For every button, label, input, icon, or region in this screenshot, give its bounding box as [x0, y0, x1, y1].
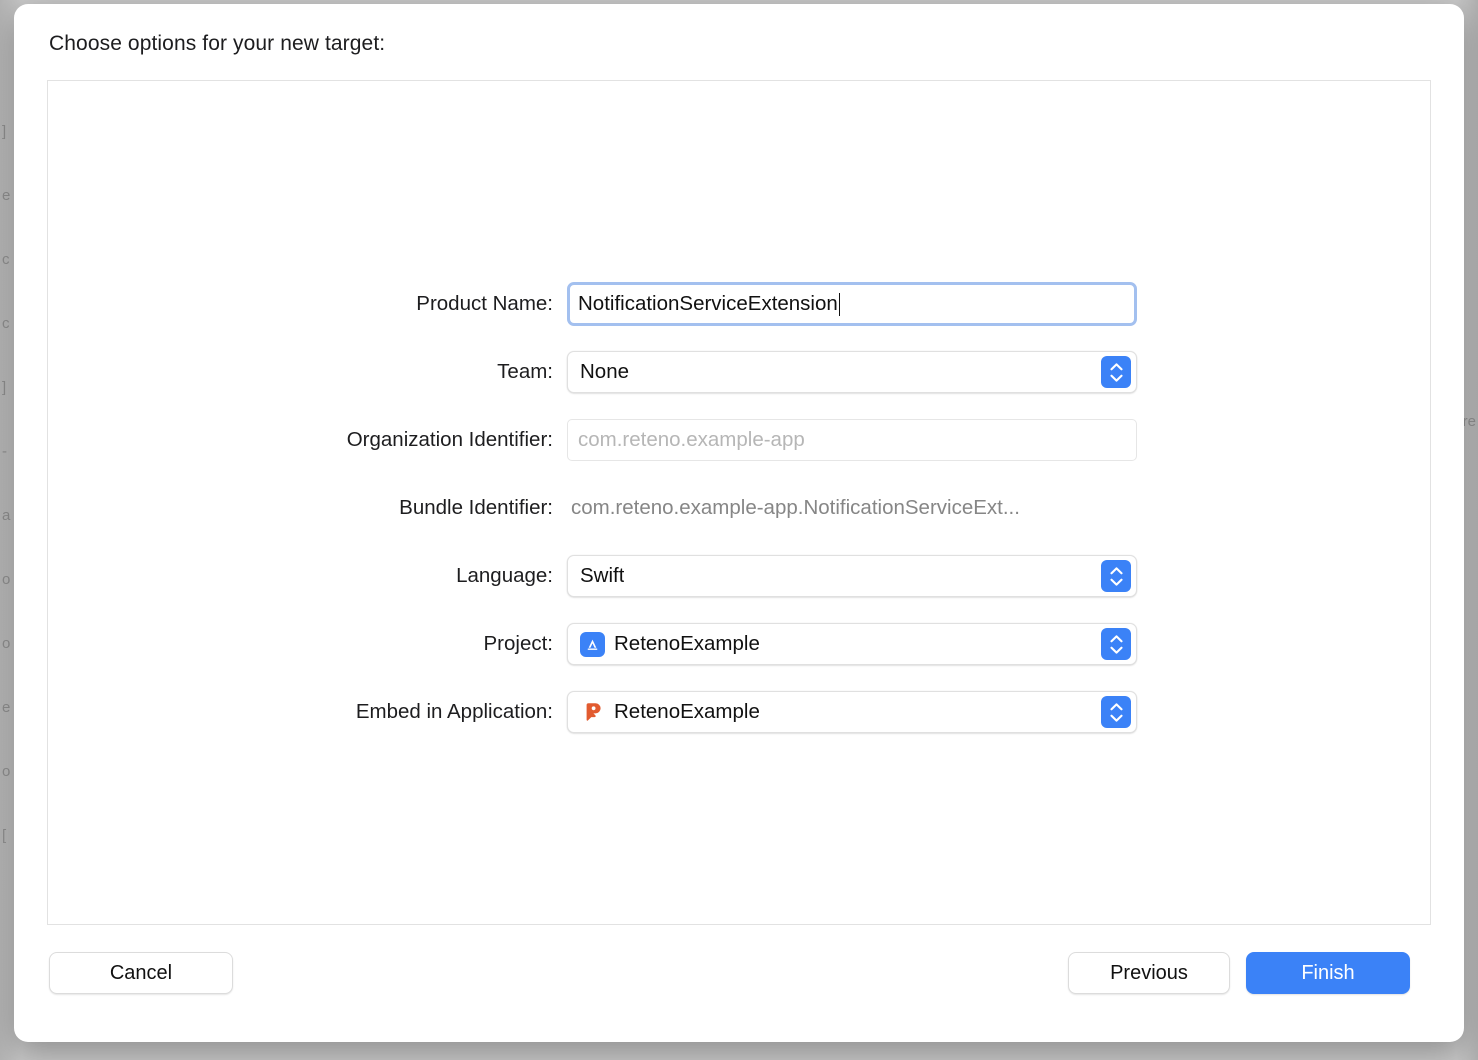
background-window-text-left: ] e c c] - a o o e o[: [2, 123, 11, 844]
new-target-options-dialog: Choose options for your new target: Prod…: [14, 4, 1464, 1042]
form-row-embed-in-application: Embed in Application: RetenoExample: [48, 689, 1430, 735]
bundle-identifier-label: Bundle Identifier:: [399, 496, 553, 519]
team-select[interactable]: None: [567, 351, 1137, 393]
embed-in-application-value: RetenoExample: [614, 700, 760, 723]
options-content-area: Product Name: NotificationServiceExtensi…: [47, 80, 1431, 925]
chevron-up-down-icon[interactable]: [1101, 628, 1131, 660]
cancel-button[interactable]: Cancel: [49, 952, 233, 994]
organization-identifier-input[interactable]: com.reteno.example-app: [567, 419, 1137, 461]
form-row-product-name: Product Name: NotificationServiceExtensi…: [48, 281, 1430, 327]
background-window-text-right: re: [1462, 413, 1476, 430]
chevron-up-down-icon[interactable]: [1101, 356, 1131, 388]
text-caret: [838, 292, 841, 316]
language-value: Swift: [580, 564, 625, 587]
form-row-team: Team: None: [48, 349, 1430, 395]
page-title: Choose options for your new target:: [49, 32, 386, 55]
team-field-wrap: None: [567, 351, 1137, 393]
form-row-organization-identifier: Organization Identifier: com.reteno.exam…: [48, 417, 1430, 463]
organization-identifier-placeholder: com.reteno.example-app: [578, 428, 805, 451]
bundle-identifier-field-wrap: com.reteno.example-app.NotificationServi…: [567, 496, 1137, 520]
app-store-icon: [580, 631, 605, 657]
form-row-language: Language: Swift: [48, 553, 1430, 599]
product-name-label: Product Name:: [416, 292, 553, 315]
form-row-project: Project: RetenoExample: [48, 621, 1430, 667]
embed-in-application-select[interactable]: RetenoExample: [567, 691, 1137, 733]
previous-button[interactable]: Previous: [1068, 952, 1230, 994]
project-label: Project:: [483, 632, 554, 655]
form-row-bundle-identifier: Bundle Identifier: com.reteno.example-ap…: [48, 485, 1430, 531]
language-select[interactable]: Swift: [567, 555, 1137, 597]
reteno-app-icon: [580, 700, 605, 725]
bundle-identifier-value: com.reteno.example-app.NotificationServi…: [571, 496, 1020, 519]
project-value: RetenoExample: [614, 632, 760, 655]
chevron-up-down-icon[interactable]: [1101, 560, 1131, 592]
organization-identifier-field-wrap: com.reteno.example-app: [567, 419, 1137, 461]
team-value: None: [580, 360, 630, 383]
embed-in-application-field-wrap: RetenoExample: [567, 691, 1137, 733]
product-name-field-wrap: NotificationServiceExtension: [567, 282, 1137, 326]
project-field-wrap: RetenoExample: [567, 623, 1137, 665]
target-options-form: Product Name: NotificationServiceExtensi…: [48, 281, 1430, 735]
finish-button[interactable]: Finish: [1246, 952, 1410, 994]
dialog-footer: Cancel Previous Finish: [14, 952, 1464, 1012]
product-name-value: NotificationServiceExtension: [578, 292, 838, 315]
organization-identifier-label: Organization Identifier:: [346, 428, 553, 451]
language-label: Language:: [456, 564, 553, 587]
project-select[interactable]: RetenoExample: [567, 623, 1137, 665]
team-label: Team:: [497, 360, 553, 383]
language-field-wrap: Swift: [567, 555, 1137, 597]
product-name-input[interactable]: NotificationServiceExtension: [567, 282, 1137, 326]
chevron-up-down-icon[interactable]: [1101, 696, 1131, 728]
embed-in-application-label: Embed in Application:: [355, 700, 553, 723]
